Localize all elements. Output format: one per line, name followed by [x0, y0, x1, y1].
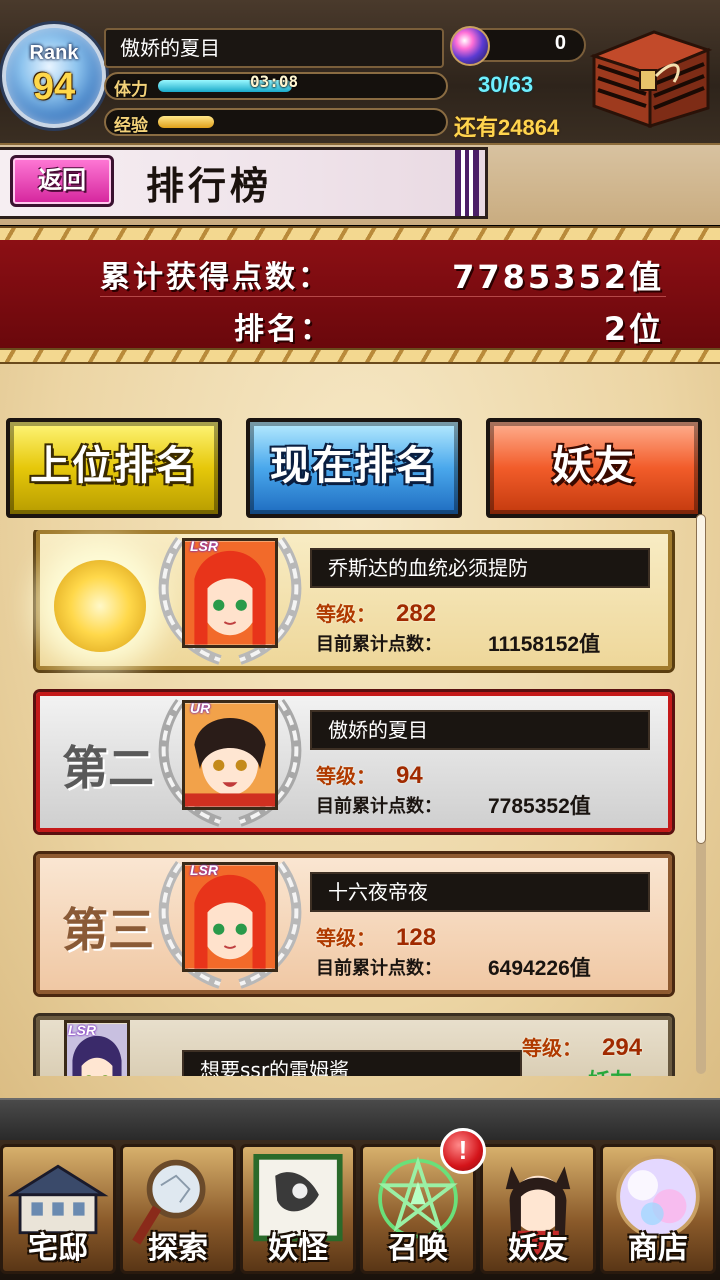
remaining-prefix: 还有 — [454, 116, 499, 141]
nav-mansion[interactable]: 宅邸 — [0, 1144, 116, 1274]
points-unit: 值 — [569, 794, 591, 818]
orb-counter[interactable]: 0 — [450, 26, 586, 66]
level-value: 282 — [396, 600, 437, 627]
rarity-badge: LSR — [68, 1022, 96, 1038]
level-label: 等级： — [316, 926, 376, 950]
orb-count: 0 — [554, 32, 566, 54]
ranking-row-1[interactable]: LSR 乔斯达的血统必须提防 等级： 282 目前累计点数： 11158152值 — [36, 530, 672, 670]
nav-label: 商店 — [628, 1231, 688, 1266]
treasure-chest-icon[interactable] — [584, 26, 714, 132]
nav-shop[interactable]: 商店 — [600, 1144, 716, 1274]
rank-row: 排名： 2位 — [0, 296, 720, 348]
entry-level: 等级： 294 — [522, 1032, 642, 1062]
points-unit: 值 — [579, 632, 601, 656]
points-value-wrap: 7785352值 — [488, 790, 591, 820]
points-value-wrap: 11158152值 — [488, 628, 600, 658]
rope-divider-bottom — [0, 348, 720, 364]
rarity-badge: LSR — [190, 862, 218, 878]
tab-friends-ranking[interactable]: 妖友 — [486, 418, 702, 518]
rank-position-text: 第三 — [62, 903, 154, 957]
status-bar: Rank 94 傲娇的夏目 体力 03:08 经验 0 30/63 还有2486… — [0, 0, 720, 145]
back-button[interactable]: 返回 — [10, 155, 114, 207]
total-points-row: 累计获得点数： 7785352值 — [0, 244, 720, 296]
nav-label: 召唤 — [388, 1231, 448, 1266]
entry-name: 十六夜帝夜 — [310, 872, 650, 912]
nav-friends[interactable]: 妖友 — [480, 1144, 596, 1274]
level-value: 94 — [396, 762, 423, 789]
nav-label: 宅邸 — [28, 1231, 88, 1266]
first-place-medal-icon — [54, 560, 146, 652]
summon-notification-badge[interactable]: ! — [440, 1128, 486, 1174]
level-label: 等级： — [522, 1036, 582, 1060]
spirit-orb-icon — [450, 26, 490, 66]
rarity-badge: LSR — [190, 538, 218, 554]
entry-level: 等级： 94 — [316, 760, 423, 790]
tab-top-ranking[interactable]: 上位排名 — [6, 418, 222, 518]
remaining-value: 24864 — [498, 115, 560, 140]
nav-label: 妖怪 — [268, 1231, 328, 1266]
rank-value: 2位 — [603, 310, 664, 348]
character-portrait — [182, 538, 278, 648]
points-label: 目前累计点数： — [316, 958, 442, 979]
score-banner: 累计获得点数： 7785352值 排名： 2位 — [0, 240, 720, 348]
ranking-list[interactable]: LSR 乔斯达的血统必须提防 等级： 282 目前累计点数： 11158152值 … — [0, 530, 696, 1076]
level-label: 等级： — [316, 764, 376, 788]
rank-label-text: 排名： — [234, 312, 333, 347]
exp-label: 经验 — [114, 116, 148, 136]
points-unit: 值 — [569, 956, 591, 980]
points-label: 目前累计点数： — [316, 796, 442, 817]
remaining-exp: 还有24864 — [454, 110, 559, 142]
friend-tag: 妖友 — [588, 1064, 632, 1076]
points-value: 11158152 — [488, 633, 580, 656]
entry-level: 等级： 282 — [316, 598, 436, 628]
stamina-label: 体力 — [114, 80, 148, 100]
stamina-bar: 体力 03:08 — [104, 72, 448, 100]
exp-fill — [158, 116, 214, 128]
total-points-value: 7785352值 — [452, 258, 664, 296]
rank-position-text: 第二 — [62, 741, 154, 795]
ranking-row-3[interactable]: 第三 LSR 十六夜帝夜 等级： 128 目前累计点数： 6494226值 — [36, 854, 672, 994]
entry-name: 想要ssr的雷姆酱 — [182, 1050, 522, 1076]
rank-badge[interactable]: Rank 94 — [2, 24, 106, 128]
ranking-panel: 上位排名 现在排名 妖友 LSR 乔斯达的血统必须提防 等级： 282 目前累计… — [0, 364, 720, 1098]
level-value: 128 — [396, 924, 437, 951]
level-value: 294 — [602, 1034, 643, 1061]
exp-bar: 经验 — [104, 108, 448, 136]
nav-yokai[interactable]: 妖怪 — [240, 1144, 356, 1274]
points-label: 目前累计点数： — [316, 634, 442, 655]
bottom-nav: 宅邸 探索 妖怪 召唤 妖友 商店 — [0, 1140, 720, 1280]
player-name: 傲娇的夏目 — [104, 28, 444, 68]
points-value-wrap: 6494226值 — [488, 952, 591, 982]
character-portrait — [182, 862, 278, 972]
total-points-label: 累计获得点数： — [100, 260, 331, 295]
stamina-count: 30/63 — [478, 72, 534, 97]
nav-label: 妖友 — [508, 1231, 568, 1266]
rank-number: 94 — [32, 66, 76, 108]
page-title: 排行榜 — [146, 164, 273, 208]
title-stripe — [455, 150, 479, 216]
entry-name: 傲娇的夏目 — [310, 710, 650, 750]
points-value: 7785352 — [488, 795, 570, 818]
rarity-badge: UR — [190, 700, 211, 716]
tab-current-ranking[interactable]: 现在排名 — [246, 418, 462, 518]
entry-points: 目前累计点数： 7785352值 — [316, 792, 591, 818]
level-label: 等级： — [316, 602, 376, 626]
scrollbar-thumb[interactable] — [696, 514, 706, 844]
entry-name: 乔斯达的血统必须提防 — [310, 548, 650, 588]
character-portrait — [182, 700, 278, 810]
page-header: 返回 排行榜 — [0, 145, 720, 225]
points-value: 6494226 — [488, 957, 570, 980]
bottom-divider — [0, 1098, 720, 1140]
nav-label: 探索 — [148, 1231, 208, 1266]
ranking-row-2[interactable]: 第二 UR 傲娇的夏目 等级： 94 目前累计点数： 7785352值 — [36, 692, 672, 832]
rank-label: Rank — [29, 42, 79, 64]
stamina-timer: 03:08 — [250, 72, 299, 91]
entry-level: 等级： 128 — [316, 922, 436, 952]
ranking-row-4[interactable]: LSR 想要ssr的雷姆酱 等级： 294 妖友 — [36, 1016, 672, 1076]
entry-points: 目前累计点数： 6494226值 — [316, 954, 591, 980]
entry-points: 目前累计点数： 11158152值 — [316, 630, 600, 656]
nav-explore[interactable]: 探索 — [120, 1144, 236, 1274]
